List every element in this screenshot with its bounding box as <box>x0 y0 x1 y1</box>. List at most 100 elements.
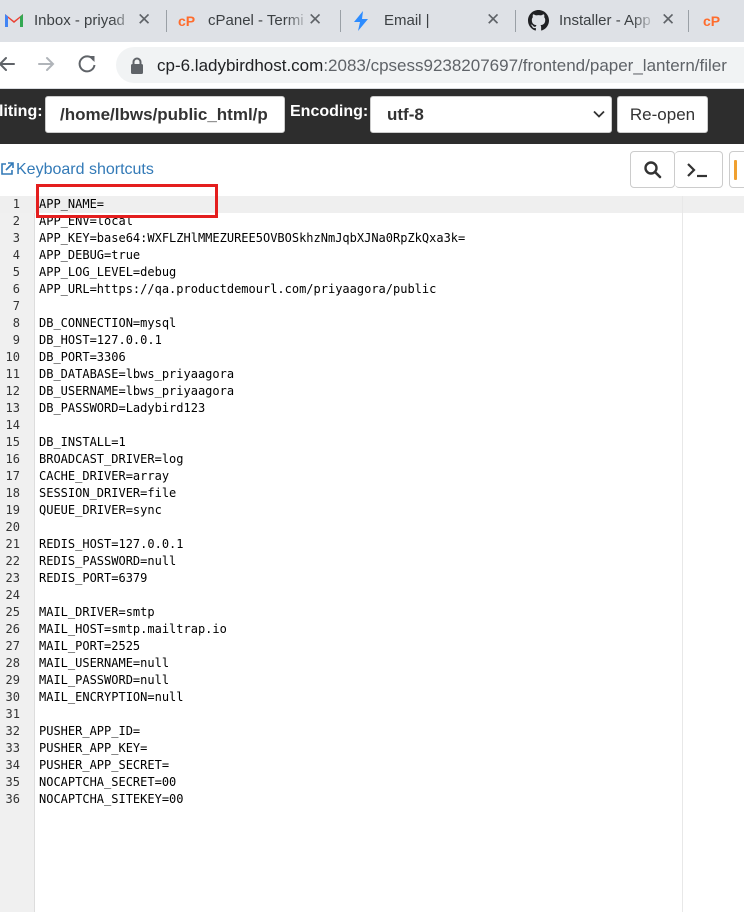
close-icon[interactable]: ✕ <box>308 10 322 30</box>
code-line[interactable]: DB_CONNECTION=mysql <box>39 315 176 332</box>
lock-icon[interactable] <box>130 57 144 74</box>
line-number: 16 <box>5 452 20 466</box>
file-path-field[interactable]: /home/lbws/public_html/p <box>45 96 285 133</box>
code-line[interactable]: SESSION_DRIVER=file <box>39 485 176 502</box>
line-number: 11 <box>5 367 20 381</box>
tab-cpanel-terminal[interactable]: cP cPanel - Termi ✕ <box>168 0 340 42</box>
svg-text:cP: cP <box>703 13 720 29</box>
line-number: 31 <box>5 707 20 721</box>
line-number: 5 <box>12 265 20 279</box>
lightning-icon <box>354 11 368 31</box>
close-icon[interactable]: ✕ <box>486 10 500 30</box>
terminal-icon <box>687 163 707 178</box>
code-line[interactable]: BROADCAST_DRIVER=log <box>39 451 184 468</box>
line-number: 2 <box>12 214 20 228</box>
line-number: 25 <box>5 605 20 619</box>
code-line[interactable]: DB_PORT=3306 <box>39 349 126 366</box>
command-line-button[interactable] <box>675 151 723 188</box>
search-icon <box>644 161 662 179</box>
chevron-down-icon <box>593 110 605 118</box>
code-line[interactable]: PUSHER_APP_ID= <box>39 723 140 740</box>
line-number: 18 <box>5 486 20 500</box>
svg-text:cP: cP <box>178 13 195 29</box>
line-number: 7 <box>12 299 20 313</box>
line-number: 14 <box>5 418 20 432</box>
tab-inbox[interactable]: Inbox - priyad ✕ <box>0 0 168 42</box>
line-number: 23 <box>5 571 20 585</box>
code-line[interactable]: REDIS_PORT=6379 <box>39 570 147 587</box>
keyboard-shortcuts-link[interactable]: Keyboard shortcuts <box>0 161 154 179</box>
tab-installer[interactable]: Installer - App ✕ <box>516 0 688 42</box>
encoding-label: Encoding: <box>290 103 369 120</box>
tab-email[interactable]: Email | ✕ <box>341 0 515 42</box>
code-line[interactable]: DB_PASSWORD=Ladybird123 <box>39 400 205 417</box>
code-line[interactable]: CACHE_DRIVER=array <box>39 468 169 485</box>
annotation-highlight-box <box>36 184 218 218</box>
line-number: 21 <box>5 537 20 551</box>
code-line[interactable]: REDIS_PASSWORD=null <box>39 553 176 570</box>
reopen-button[interactable]: Re-open <box>617 96 708 133</box>
reload-icon[interactable] <box>74 51 100 77</box>
line-number: 15 <box>5 435 20 449</box>
code-line[interactable]: MAIL_ENCRYPTION=null <box>39 689 184 706</box>
code-line[interactable]: NOCAPTCHA_SITEKEY=00 <box>39 791 184 808</box>
address-bar[interactable]: cp-6.ladybirdhost.com:2083/cpsess9238207… <box>116 47 744 83</box>
line-number: 13 <box>5 401 20 415</box>
line-number: 28 <box>5 656 20 670</box>
browser-toolbar: cp-6.ladybirdhost.com:2083/cpsess9238207… <box>0 42 744 89</box>
editing-label: liting: <box>0 103 43 120</box>
gmail-icon <box>5 14 23 27</box>
cpanel-icon: cP <box>178 13 195 29</box>
line-number: 33 <box>5 741 20 755</box>
code-line[interactable]: APP_DEBUG=true <box>39 247 140 264</box>
line-number: 35 <box>5 775 20 789</box>
encoding-select[interactable]: utf-8 <box>370 96 612 133</box>
tab-cpanel[interactable]: cP <box>689 0 744 42</box>
keyboard-shortcuts-label: Keyboard shortcuts <box>16 161 154 178</box>
code-line[interactable]: REDIS_HOST=127.0.0.1 <box>39 536 184 553</box>
line-number: 26 <box>5 622 20 636</box>
line-number: 10 <box>5 350 20 364</box>
settings-button[interactable] <box>729 151 744 188</box>
code-line[interactable]: MAIL_HOST=smtp.mailtrap.io <box>39 621 227 638</box>
line-number: 3 <box>12 231 20 245</box>
forward-icon[interactable] <box>33 51 59 77</box>
code-line[interactable]: MAIL_DRIVER=smtp <box>39 604 155 621</box>
code-line[interactable]: NOCAPTCHA_SECRET=00 <box>39 774 176 791</box>
line-number: 1 <box>12 197 20 211</box>
line-number: 29 <box>5 673 20 687</box>
line-number: 36 <box>5 792 20 806</box>
close-icon[interactable]: ✕ <box>661 10 675 30</box>
github-icon <box>528 10 549 31</box>
line-number: 12 <box>5 384 20 398</box>
line-number: 27 <box>5 639 20 653</box>
code-line[interactable]: APP_KEY=base64:WXFLZHlMMEZUREE5OVBOSkhzN… <box>39 230 465 247</box>
code-line[interactable]: MAIL_PORT=2525 <box>39 638 140 655</box>
code-line[interactable]: PUSHER_APP_KEY= <box>39 740 147 757</box>
external-link-icon <box>1 162 14 175</box>
code-line[interactable]: DB_USERNAME=lbws_priyaagora <box>39 383 234 400</box>
line-number: 17 <box>5 469 20 483</box>
code-line[interactable]: DB_DATABASE=lbws_priyaagora <box>39 366 234 383</box>
code-line[interactable]: MAIL_USERNAME=null <box>39 655 169 672</box>
encoding-value: utf-8 <box>387 105 424 124</box>
browser-tab-strip: Inbox - priyad ✕ cP cPanel - Termi ✕ Ema… <box>0 0 744 42</box>
url-text: cp-6.ladybirdhost.com:2083/cpsess9238207… <box>157 56 727 76</box>
code-line[interactable]: DB_INSTALL=1 <box>39 434 126 451</box>
back-icon[interactable] <box>0 51 20 77</box>
code-line[interactable]: MAIL_PASSWORD=null <box>39 672 169 689</box>
code-line[interactable]: DB_HOST=127.0.0.1 <box>39 332 162 349</box>
code-line[interactable]: QUEUE_DRIVER=sync <box>39 502 162 519</box>
line-number: 24 <box>5 588 20 602</box>
line-number: 20 <box>5 520 20 534</box>
code-line[interactable]: APP_LOG_LEVEL=debug <box>39 264 176 281</box>
line-number: 8 <box>12 316 20 330</box>
tab-title: Email | <box>384 12 430 29</box>
code-line[interactable]: PUSHER_APP_SECRET= <box>39 757 169 774</box>
cpanel-icon: cP <box>703 13 720 29</box>
url-path: :2083/cpsess9238207697/frontend/paper_la… <box>323 56 727 75</box>
url-host: cp-6.ladybirdhost.com <box>157 56 324 75</box>
search-button[interactable] <box>630 151 675 188</box>
code-line[interactable]: APP_URL=https://qa.productdemourl.com/pr… <box>39 281 436 298</box>
close-icon[interactable]: ✕ <box>137 10 151 30</box>
